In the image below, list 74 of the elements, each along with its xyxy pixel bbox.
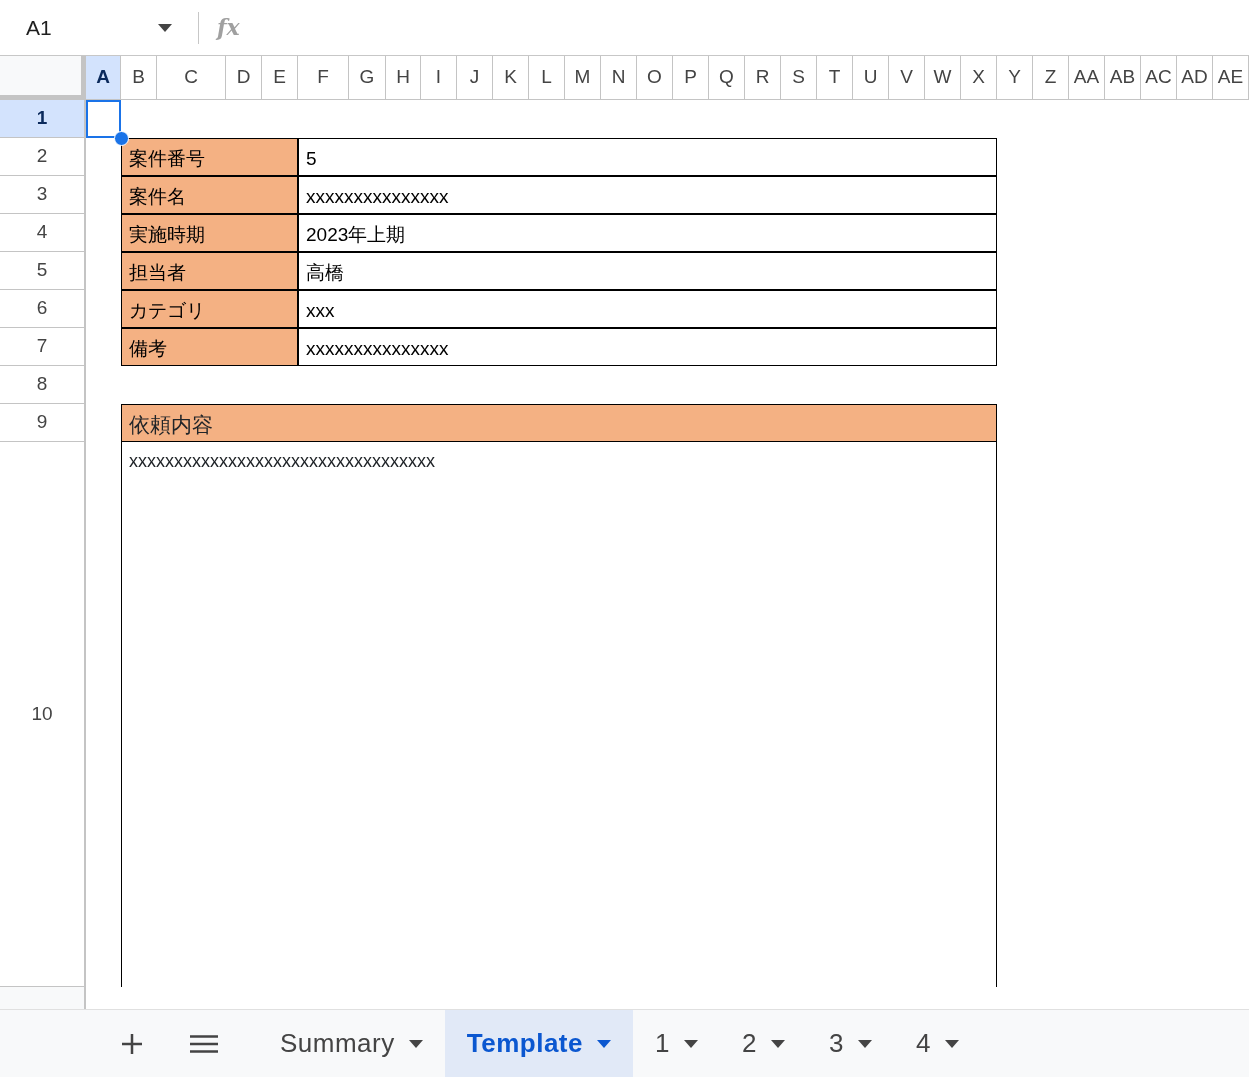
field-value: 2023年上期 bbox=[298, 214, 997, 252]
column-header[interactable]: S bbox=[781, 56, 817, 100]
dropdown-caret-icon bbox=[408, 1039, 423, 1048]
name-box[interactable]: A1 bbox=[0, 11, 190, 44]
field-label: カテゴリ bbox=[121, 290, 298, 328]
dropdown-caret-icon bbox=[683, 1039, 698, 1048]
field-label: 担当者 bbox=[121, 252, 298, 290]
sheet-tab[interactable]: 2 bbox=[719, 1010, 807, 1077]
dropdown-caret-icon bbox=[596, 1039, 611, 1048]
sheet-tab[interactable]: Template bbox=[444, 1010, 633, 1077]
sheet-tab[interactable]: 3 bbox=[806, 1010, 894, 1077]
column-header[interactable]: O bbox=[637, 56, 673, 100]
row-header[interactable]: 7 bbox=[0, 328, 86, 366]
column-header[interactable]: E bbox=[262, 56, 298, 100]
column-header[interactable]: J bbox=[457, 56, 493, 100]
column-header[interactable]: AD bbox=[1177, 56, 1213, 100]
column-header[interactable]: U bbox=[853, 56, 889, 100]
row-header[interactable]: 6 bbox=[0, 290, 86, 328]
column-header[interactable]: Y bbox=[997, 56, 1033, 100]
column-header[interactable]: AE bbox=[1213, 56, 1249, 100]
column-header[interactable]: N bbox=[601, 56, 637, 100]
column-header[interactable]: V bbox=[889, 56, 925, 100]
dropdown-caret-icon bbox=[770, 1039, 785, 1048]
fill-handle[interactable] bbox=[114, 131, 129, 146]
column-header[interactable]: H bbox=[386, 56, 421, 100]
section-header: 依頼内容 bbox=[121, 404, 997, 442]
column-header[interactable]: L bbox=[529, 56, 565, 100]
row-header[interactable]: 4 bbox=[0, 214, 86, 252]
column-header[interactable]: Z bbox=[1033, 56, 1069, 100]
field-label: 実施時期 bbox=[121, 214, 298, 252]
sheet-tab[interactable]: Summary bbox=[258, 1010, 445, 1077]
row-header[interactable]: 1 bbox=[0, 100, 86, 138]
column-header[interactable]: P bbox=[673, 56, 709, 100]
row-header[interactable]: 2 bbox=[0, 138, 86, 176]
formula-label: fx bbox=[217, 13, 240, 42]
column-header[interactable]: A bbox=[86, 56, 121, 100]
column-header[interactable]: C bbox=[157, 56, 226, 100]
row-header[interactable]: 3 bbox=[0, 176, 86, 214]
column-header[interactable]: AC bbox=[1141, 56, 1177, 100]
field-label: 備考 bbox=[121, 328, 298, 366]
row-header[interactable]: 8 bbox=[0, 366, 86, 404]
request-text: xxxxxxxxxxxxxxxxxxxxxxxxxxxxxxxxxx bbox=[121, 442, 997, 987]
column-header[interactable]: T bbox=[817, 56, 853, 100]
dropdown-caret-icon bbox=[944, 1039, 959, 1048]
column-header[interactable]: B bbox=[121, 56, 157, 100]
field-value: xxxxxxxxxxxxxxx bbox=[298, 328, 997, 366]
column-header[interactable]: D bbox=[226, 56, 262, 100]
column-header[interactable]: M bbox=[565, 56, 601, 100]
dropdown-caret-icon bbox=[857, 1039, 872, 1048]
dropdown-caret-icon bbox=[158, 23, 172, 32]
plus-icon bbox=[121, 1032, 143, 1055]
column-header[interactable]: K bbox=[493, 56, 529, 100]
cell-reference: A1 bbox=[26, 14, 52, 41]
column-header[interactable]: W bbox=[925, 56, 961, 100]
column-header[interactable]: G bbox=[349, 56, 386, 100]
column-header[interactable]: R bbox=[745, 56, 781, 100]
row-header[interactable]: 5 bbox=[0, 252, 86, 290]
column-header[interactable]: I bbox=[421, 56, 457, 100]
row-header[interactable]: 10 bbox=[0, 442, 86, 987]
sheet-tab[interactable]: 4 bbox=[893, 1010, 981, 1077]
column-header[interactable]: Q bbox=[709, 56, 745, 100]
column-header[interactable]: F bbox=[298, 56, 349, 100]
field-value: xxxxxxxxxxxxxxx bbox=[298, 176, 997, 214]
sheet-tab[interactable]: 1 bbox=[632, 1010, 720, 1077]
field-label: 案件番号 bbox=[121, 138, 298, 176]
field-value: 5 bbox=[298, 138, 997, 176]
field-value: xxx bbox=[298, 290, 997, 328]
menu-icon bbox=[190, 1034, 218, 1053]
column-header[interactable]: AA bbox=[1069, 56, 1105, 100]
field-label: 案件名 bbox=[121, 176, 298, 214]
column-header[interactable]: AB bbox=[1105, 56, 1141, 100]
field-value: 高橋 bbox=[298, 252, 997, 290]
row-header[interactable]: 9 bbox=[0, 404, 86, 442]
column-header[interactable]: X bbox=[961, 56, 997, 100]
